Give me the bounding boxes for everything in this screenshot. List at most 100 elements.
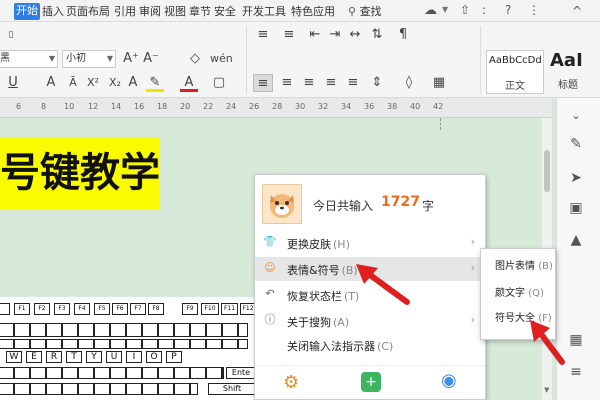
- tab-view[interactable]: 视图: [162, 4, 188, 20]
- ruler-tick: 14: [111, 102, 122, 111]
- ruler-tick: 10: [64, 102, 75, 111]
- options-icon[interactable]: ⋮: [528, 3, 540, 17]
- decrease-font-icon[interactable]: A⁻: [142, 50, 160, 68]
- ruler-tick: 18: [157, 102, 168, 111]
- key-e: E: [26, 351, 42, 363]
- store-icon[interactable]: +: [361, 372, 381, 392]
- key-f6: F6: [112, 303, 128, 315]
- chevron-down-icon: ▼: [48, 54, 55, 63]
- symbol-key-row: [0, 339, 248, 349]
- style-heading-label: 标题: [558, 80, 578, 91]
- shift-key-row: [0, 383, 198, 395]
- chevron-down-icon[interactable]: ▼: [442, 5, 448, 14]
- avatar: [262, 184, 302, 224]
- cloud-icon[interactable]: ☁: [424, 3, 437, 18]
- text-style-icon[interactable]: ▲: [565, 230, 587, 250]
- number-key-row: [0, 323, 248, 337]
- tab-review[interactable]: 审阅: [137, 4, 163, 20]
- today-count-label: 今日共输入: [313, 199, 374, 213]
- line-spacing-icon[interactable]: ⇕: [368, 74, 386, 92]
- justify-icon[interactable]: ≡: [322, 74, 340, 92]
- font-name-combo[interactable]: 黑 ▼: [0, 50, 58, 68]
- submenu-item-shortcut: (B): [538, 261, 553, 272]
- chinese-layout-icon[interactable]: ↔: [346, 26, 364, 44]
- menu-item-label: 更换皮肤: [287, 238, 331, 251]
- scroll-down-icon[interactable]: ▼: [544, 386, 549, 394]
- subscript-icon[interactable]: X₂: [106, 74, 124, 92]
- menu-item-close-indicator[interactable]: 关闭输入法指示器 (C): [255, 333, 485, 357]
- font-effect-icon[interactable]: A: [44, 74, 58, 92]
- tab-page-layout[interactable]: 页面布局: [64, 4, 112, 20]
- submenu-item-kaomoji[interactable]: 颜文字 (Q): [481, 282, 555, 306]
- divider: [246, 26, 247, 94]
- align-right-icon[interactable]: ≡: [300, 74, 318, 92]
- key-i: I: [126, 351, 142, 363]
- bullet-list-icon[interactable]: ≡: [254, 26, 272, 44]
- tab-insert[interactable]: 插入: [40, 4, 66, 20]
- key-u: U: [106, 351, 122, 363]
- mic-icon[interactable]: ◉: [441, 370, 457, 391]
- menu-item-label: 恢复状态栏: [287, 290, 342, 303]
- key-enter: Ente: [226, 367, 256, 379]
- menu-item-shortcut: (A): [333, 316, 350, 329]
- chevron-down-icon: ▼: [106, 54, 113, 63]
- underline-icon[interactable]: U: [6, 74, 20, 92]
- style-normal[interactable]: AaBbCcDd 正文: [486, 50, 544, 94]
- tab-developer[interactable]: 开发工具: [240, 4, 288, 20]
- collapse-ribbon-icon[interactable]: ^: [572, 4, 582, 18]
- search-button[interactable]: ⚲ 查找: [348, 3, 382, 20]
- submenu-item-label: 图片表情: [495, 261, 535, 272]
- align-center-icon[interactable]: ≡: [278, 74, 296, 92]
- borders-icon[interactable]: ▦: [430, 74, 448, 92]
- style-heading[interactable]: AaI 标题: [548, 50, 600, 94]
- increase-indent-icon[interactable]: ⇥: [326, 26, 344, 44]
- font-color-icon[interactable]: A: [180, 74, 198, 92]
- submenu-item-image-emoji[interactable]: 图片表情 (B): [481, 255, 555, 279]
- font-name-value: 黑: [0, 53, 10, 64]
- shirt-icon: 👕: [263, 235, 277, 248]
- char-shading-icon[interactable]: ▢: [210, 74, 228, 92]
- shading-icon[interactable]: ◊: [400, 74, 418, 92]
- pen-icon[interactable]: ✎: [565, 134, 587, 154]
- menu-item-change-skin[interactable]: 👕 更换皮肤 (H) ›: [255, 231, 485, 255]
- tab-special-apps[interactable]: 特色应用: [289, 4, 337, 20]
- document-heading[interactable]: 号键教学: [0, 137, 160, 209]
- tab-security[interactable]: 安全: [212, 4, 238, 20]
- tab-references[interactable]: 引用: [112, 4, 138, 20]
- show-marks-icon[interactable]: ¶: [394, 26, 412, 44]
- share-icon[interactable]: ⇧: [460, 3, 470, 17]
- align-left-icon[interactable]: ≡: [253, 74, 273, 92]
- strikethrough-icon[interactable]: А̄: [64, 74, 82, 92]
- tab-home[interactable]: 开始: [14, 3, 40, 20]
- clear-format-icon[interactable]: ◇: [186, 50, 204, 68]
- increase-font-icon[interactable]: A⁺: [122, 50, 140, 68]
- distributed-icon[interactable]: ≡: [344, 74, 362, 92]
- submenu-item-shortcut: (Q): [528, 288, 544, 299]
- chevron-down-icon[interactable]: ⌄: [565, 106, 587, 126]
- shapes-icon[interactable]: ▣: [565, 198, 587, 218]
- gear-icon[interactable]: ⚙: [283, 372, 299, 393]
- help-icon[interactable]: ?: [505, 3, 511, 17]
- more-icon[interactable]: :: [482, 3, 486, 17]
- decrease-indent-icon[interactable]: ⇤: [306, 26, 324, 44]
- paste-icon[interactable]: ▯: [4, 26, 18, 44]
- highlight-icon[interactable]: ✎: [146, 74, 164, 92]
- key-f3: F3: [54, 303, 70, 315]
- menu-item-about-sogou[interactable]: ⓘ 关于搜狗 (A) ›: [255, 309, 485, 333]
- superscript-icon[interactable]: X²: [84, 74, 102, 92]
- ruler-tick: 32: [318, 102, 329, 111]
- key-w: W: [6, 351, 22, 363]
- sort-icon[interactable]: ⇅: [368, 26, 386, 44]
- ruler-tick: 36: [364, 102, 375, 111]
- ruler-tick: 26: [249, 102, 260, 111]
- font-size-combo[interactable]: 小初 ▼: [62, 50, 116, 68]
- tab-chapter[interactable]: 章节: [187, 4, 213, 20]
- scrollbar-thumb[interactable]: [544, 150, 550, 192]
- numbered-list-icon[interactable]: ≡: [280, 26, 298, 44]
- text-effects-icon[interactable]: A: [124, 74, 142, 92]
- phonetic-guide-icon[interactable]: wén: [210, 50, 233, 68]
- keyboard-image: F1 F2 F3 F4 F5 F6 F7 F8 F9 F10 F11 F12 W…: [0, 297, 258, 400]
- ruler-tick: 24: [226, 102, 237, 111]
- red-arrow-icon: [530, 320, 565, 365]
- cursor-icon[interactable]: ➤: [565, 168, 587, 188]
